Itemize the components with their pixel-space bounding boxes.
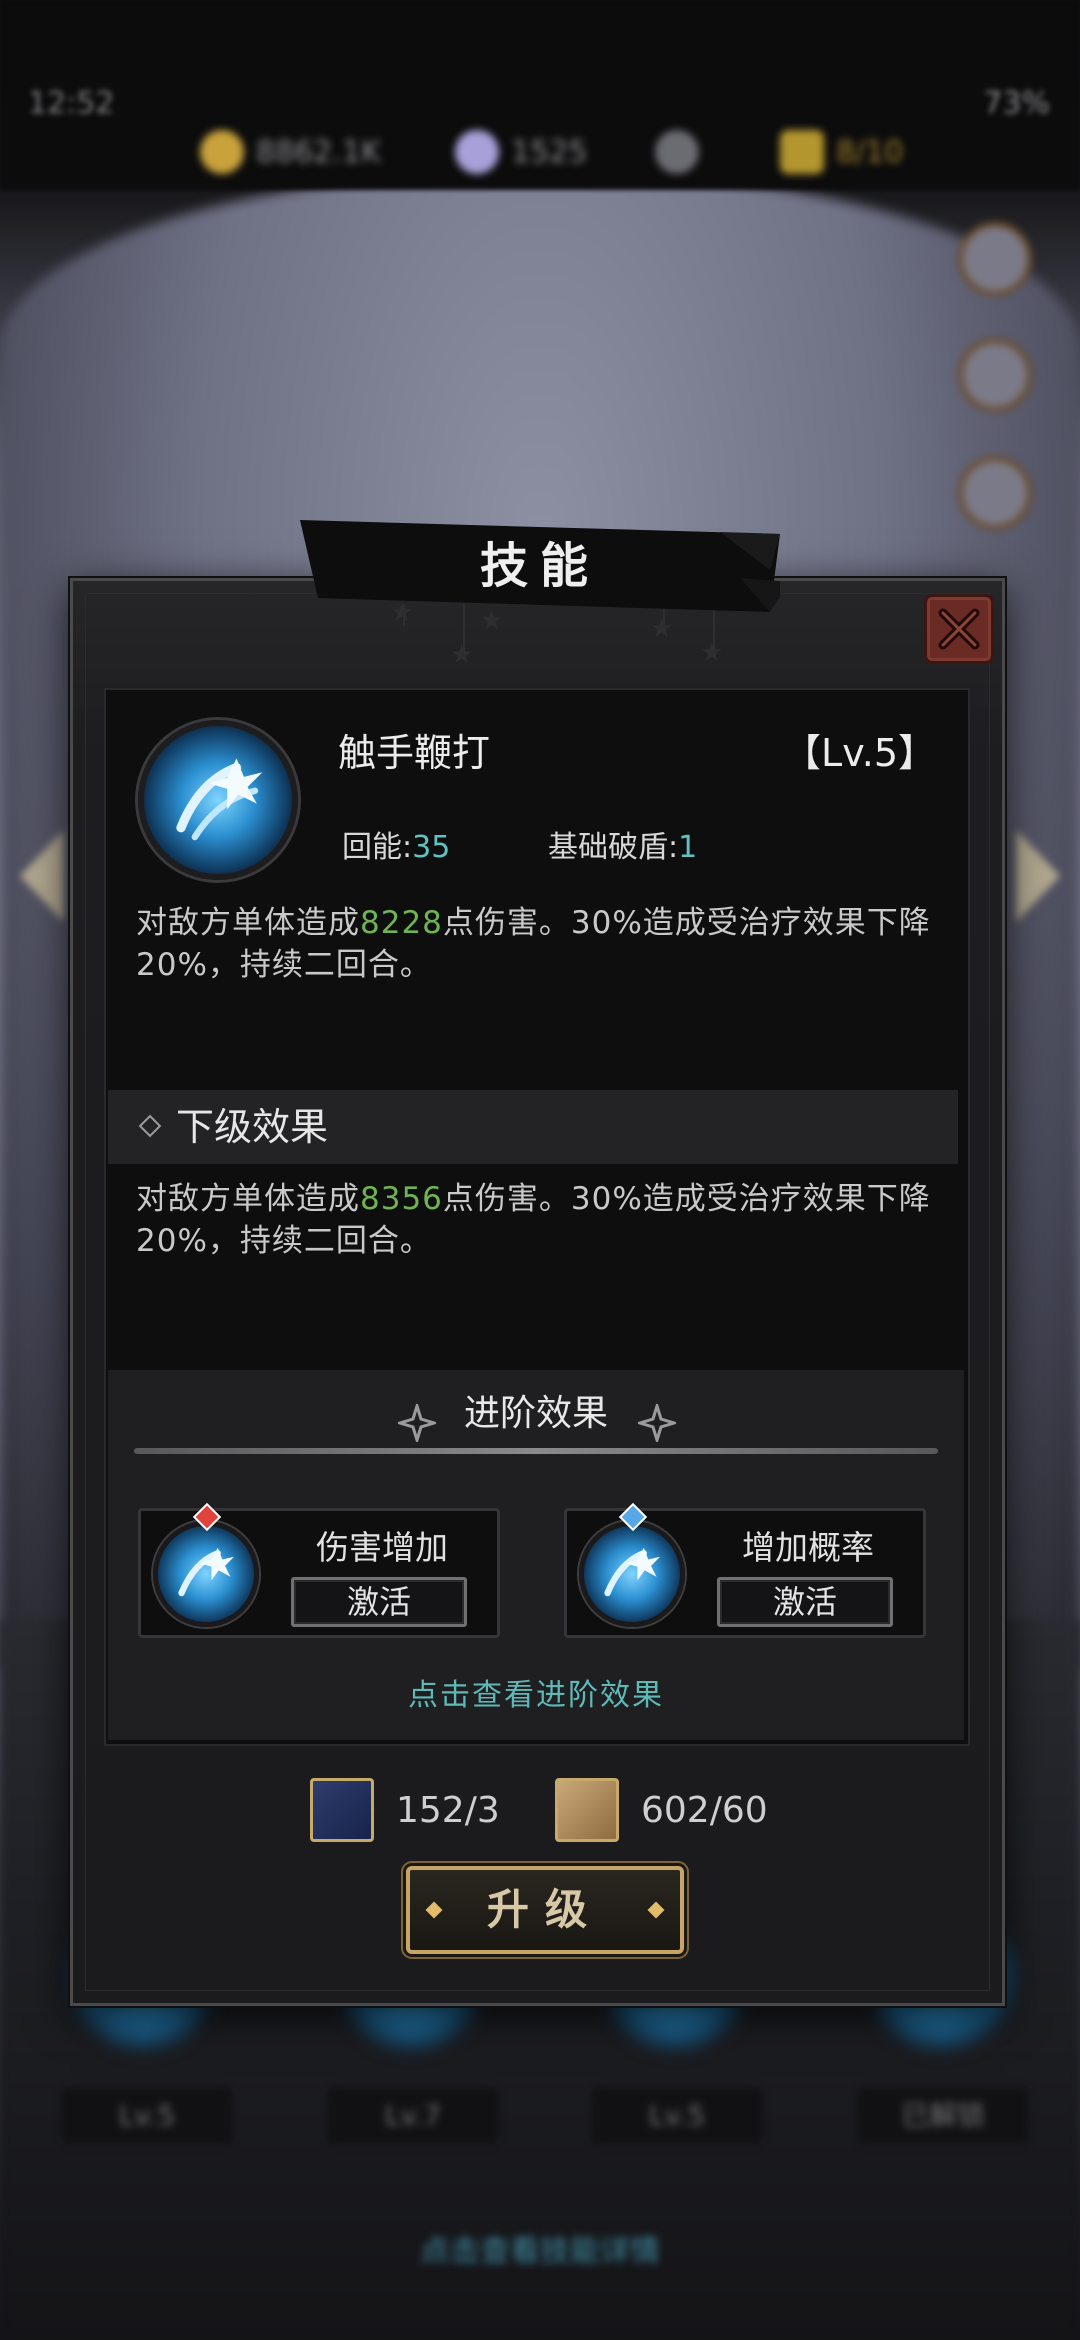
upgrade-label: 升级 (486, 1885, 603, 1934)
next-effect-description: 对敌方单体造成8356点伤害。30%造成受治疗效果下降20%，持续二回合。 (136, 1178, 956, 1262)
gem-icon (455, 130, 499, 174)
skill-book-icon (310, 1778, 374, 1842)
stat-break-value: 1 (678, 830, 698, 865)
ticket-icon (780, 130, 824, 174)
gold-coin-icon (200, 130, 244, 174)
diamond-bullet-icon (138, 1114, 162, 1138)
skill-level: 【Lv.5】 (783, 731, 936, 775)
scroll-icon (555, 1778, 619, 1842)
resource-gem[interactable]: 1525 (455, 130, 587, 174)
bg-skill-level-3: Lv.5 (592, 2088, 762, 2144)
skill-glyph-icon (178, 1547, 235, 1597)
current-effect-damage: 8228 (360, 905, 443, 941)
sparkle-right-icon (638, 1404, 676, 1442)
cost-scroll: 602/60 (555, 1778, 768, 1842)
resource-gold[interactable]: 8862.1K (200, 130, 381, 174)
stat-energy-label: 回能: (342, 830, 413, 865)
advanced-title: 进阶效果 (463, 1393, 608, 1434)
skill-glyph-icon (604, 1547, 661, 1597)
bg-skill-level-4: 已解锁 (858, 2088, 1028, 2144)
stat-shield-break: 基础破盾:1 (548, 822, 697, 866)
prev-arrow-icon[interactable] (20, 830, 64, 922)
side-button-3[interactable] (958, 456, 1032, 530)
title-banner: 技能 (300, 520, 780, 612)
activate-button[interactable]: 激活 (717, 1577, 893, 1627)
star-deco-icon: ★ (650, 614, 674, 644)
advanced-card-name: 伤害增加 (316, 1528, 448, 1567)
stat-break-label: 基础破盾: (548, 830, 679, 865)
upgrade-button[interactable]: 升级 (406, 1866, 684, 1954)
bg-skill-level-1: Lv.5 (62, 2088, 232, 2144)
sparkle-left-icon (398, 1404, 436, 1442)
current-effect-description: 对敌方单体造成8228点伤害。30%造成受治疗效果下降20%，持续二回合。 (136, 902, 956, 986)
dialog-title: 技能 (479, 538, 600, 594)
cost-skill-book: 152/3 (310, 1778, 500, 1842)
resource-energy[interactable] (655, 130, 699, 174)
next-arrow-icon[interactable] (1016, 830, 1060, 922)
stat-energy-value: 35 (412, 830, 451, 865)
advanced-card-name: 增加概率 (742, 1528, 874, 1567)
diamond-deco-icon (425, 1901, 443, 1919)
diamond-deco-icon (647, 1901, 665, 1919)
advanced-effects-section: 进阶效果 伤害增加 激活 增加概率 激活 点击查看进阶效果 (108, 1370, 964, 1740)
close-button[interactable] (924, 594, 994, 664)
next-level-title: 下级效果 (176, 1105, 329, 1149)
side-button-1[interactable] (958, 222, 1032, 296)
cost-scroll-value: 602/60 (641, 1789, 768, 1831)
stat-energy: 回能:35 (342, 822, 450, 866)
advanced-title-row: 进阶效果 (108, 1384, 964, 1444)
star-deco-icon: ★ (450, 640, 474, 670)
advanced-divider (134, 1448, 938, 1454)
activate-button[interactable]: 激活 (291, 1577, 467, 1627)
advanced-card-damage[interactable]: 伤害增加 激活 (138, 1502, 500, 1638)
advanced-card-chance[interactable]: 增加概率 激活 (564, 1502, 926, 1638)
background-hint[interactable]: 点击查看技能详情 (0, 2226, 1080, 2270)
star-deco-icon: ★ (700, 638, 724, 668)
resource-ticket[interactable]: 8/10 (780, 130, 903, 174)
status-time: 12:52 (28, 86, 115, 121)
cost-book-value: 152/3 (396, 1789, 500, 1831)
side-button-2[interactable] (958, 338, 1032, 412)
next-level-header: 下级效果 (108, 1090, 958, 1164)
close-icon (938, 608, 980, 650)
tentacle-whip-icon (176, 758, 263, 841)
view-advanced-link[interactable]: 点击查看进阶效果 (108, 1670, 964, 1714)
next-effect-damage: 8356 (360, 1181, 443, 1217)
current-effect-pre: 对敌方单体造成 (136, 905, 360, 941)
tentacle-whip-icon (153, 1521, 259, 1627)
bg-skill-level-2: Lv.7 (328, 2088, 498, 2144)
energy-icon (655, 130, 699, 174)
status-battery: 73% (983, 86, 1050, 121)
next-effect-pre: 对敌方单体造成 (136, 1181, 360, 1217)
skill-name: 触手鞭打 (338, 731, 491, 775)
tentacle-whip-icon (579, 1521, 685, 1627)
skill-icon (138, 720, 298, 880)
